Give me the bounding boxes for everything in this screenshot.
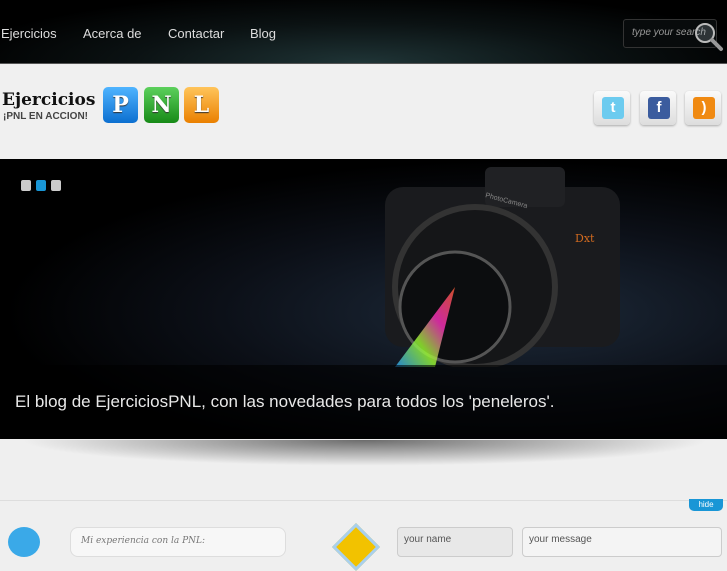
facebook-button[interactable]: f	[640, 91, 676, 125]
slide-caption: El blog de EjerciciosPNL, con las noveda…	[0, 365, 727, 439]
name-input[interactable]: your name	[397, 527, 513, 557]
logo-text[interactable]: Ejercicios	[2, 90, 95, 110]
rss-button[interactable]: )	[685, 91, 721, 125]
facebook-icon: f	[648, 97, 670, 119]
nav-item-ejercicios[interactable]: Ejercicios	[1, 26, 57, 41]
search-box	[623, 19, 723, 51]
camera-brand: Dxt	[575, 232, 595, 245]
rss-icon: )	[693, 97, 715, 119]
nav-item-contactar[interactable]: Contactar	[168, 26, 224, 41]
hide-button[interactable]: hide	[689, 499, 723, 511]
search-icon[interactable]	[691, 20, 725, 54]
tweet-bubble: Mi experiencia con la PNL:	[70, 527, 286, 557]
camera-image: Dxt PhotoCamera	[385, 167, 620, 367]
twitter-bird-icon	[8, 527, 40, 557]
slider-shadow	[20, 440, 710, 466]
logo-tagline: ¡PNL EN ACCION!	[3, 111, 88, 122]
warning-diamond-icon	[331, 522, 381, 571]
slide-dot-1[interactable]	[21, 180, 31, 191]
logo-tile-n: N	[144, 87, 179, 123]
logo-tile-p: P	[103, 87, 138, 123]
slide-dot-3[interactable]	[51, 180, 61, 191]
slide-dot-2-active[interactable]	[36, 180, 46, 191]
message-input[interactable]: your message	[522, 527, 722, 557]
twitter-icon: t	[602, 97, 624, 119]
twitter-button[interactable]: t	[594, 91, 630, 125]
nav-item-blog[interactable]: Blog	[250, 26, 276, 41]
logo-tile-l: L	[184, 87, 219, 123]
slide-caption-text: El blog de EjerciciosPNL, con las noveda…	[15, 392, 555, 411]
image-slider: Dxt PhotoCamera El blog de EjerciciosPNL…	[0, 159, 727, 439]
footer-divider	[0, 500, 727, 501]
nav-item-acerca-de[interactable]: Acerca de	[83, 26, 142, 41]
top-navigation-bar: Ejercicios Acerca de Contactar Blog	[0, 0, 727, 64]
